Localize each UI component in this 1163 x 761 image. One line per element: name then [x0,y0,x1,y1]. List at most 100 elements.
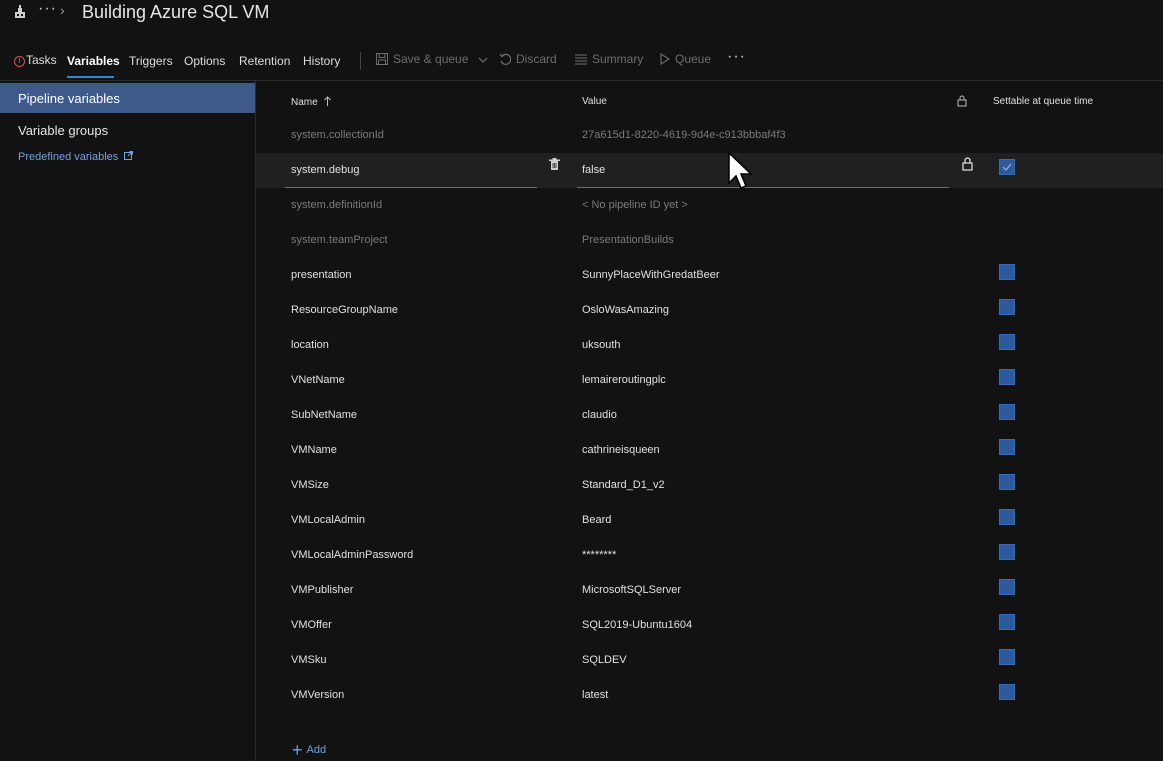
table-row[interactable]: system.definitionId < No pipeline ID yet… [256,188,1163,223]
variable-name: VNetName [291,374,345,386]
table-row[interactable]: ResourceGroupName OsloWasAmazing [256,293,1163,328]
table-row[interactable]: VMSku SQLDEV [256,643,1163,678]
variable-name-input[interactable]: system.debug [291,164,359,176]
settable-checkbox[interactable] [999,649,1015,665]
summary-button[interactable]: Summary [575,52,643,66]
variable-value: lemaireroutingplc [582,374,666,386]
variable-value: latest [582,689,609,701]
tab-history[interactable]: History [303,54,340,68]
table-row[interactable]: VMOffer SQL2019-Ubuntu1604 [256,608,1163,643]
settable-checkbox[interactable] [999,404,1015,420]
settable-checkbox[interactable] [999,579,1015,595]
predefined-variables-link[interactable]: Predefined variables [18,151,134,163]
tab-variables[interactable]: Variables [67,54,120,68]
sort-ascending-icon [324,96,332,106]
settable-checkbox[interactable] [999,474,1015,490]
settable-checkbox[interactable] [999,614,1015,630]
play-icon [660,53,671,65]
variable-name: system.teamProject [291,234,388,246]
table-row-selected[interactable]: system.debug false [256,153,1163,188]
settable-checkbox[interactable] [999,509,1015,525]
settable-checkbox[interactable] [999,334,1015,350]
breadcrumb-more-icon[interactable]: ··· [38,0,57,18]
variable-value: Beard [582,514,612,526]
variable-name: SubNetName [291,409,358,421]
variable-name: VMLocalAdmin [291,514,365,526]
variable-name: VMName [291,444,337,456]
list-icon [575,54,587,65]
sidebar-item-variable-groups[interactable]: Variable groups [0,115,255,145]
variable-name: VMVersion [291,689,345,701]
tab-options[interactable]: Options [184,54,225,68]
variable-value: claudio [582,409,617,421]
variable-value: cathrineisqueen [582,444,660,456]
table-row[interactable]: SubNetName claudio [256,398,1163,433]
save-icon [376,53,388,65]
variable-name: VMSku [291,654,327,666]
table-row[interactable]: VMName cathrineisqueen [256,433,1163,468]
variable-value: SunnyPlaceWithGredatBeer [582,269,720,281]
settable-checkbox[interactable] [999,684,1015,700]
variable-value: SQL2019-Ubuntu1604 [582,619,693,631]
variable-name: location [291,339,329,351]
table-row[interactable]: VMLocalAdmin Beard [256,503,1163,538]
table-row[interactable]: VNetName lemaireroutingplc [256,363,1163,398]
page-title: Building Azure SQL VM [82,2,270,22]
error-icon: ! [14,56,25,67]
table-row[interactable]: system.collectionId 27a615d1-8220-4619-9… [256,118,1163,153]
variable-name: system.definitionId [291,199,383,211]
variable-name: VMSize [291,479,329,491]
table-row[interactable]: VMVersion latest [256,678,1163,713]
settable-checkbox[interactable] [999,439,1015,455]
variable-value: ******** [582,549,617,561]
more-actions-icon[interactable]: ··· [727,48,746,66]
column-header-value: Value [582,96,607,107]
table-row[interactable]: VMLocalAdminPassword ******** [256,538,1163,573]
variable-value: Standard_D1_v2 [582,479,665,491]
chevron-down-icon [478,57,488,63]
variable-name: VMLocalAdminPassword [291,549,414,561]
tab-bar: ! Tasks Variables Triggers Options Retent… [0,44,1163,81]
tab-retention[interactable]: Retention [239,54,290,68]
variable-value: uksouth [582,339,621,351]
variable-name: system.collectionId [291,129,384,141]
variable-value: OsloWasAmazing [582,304,670,316]
checkmark-icon [1002,163,1012,171]
mouse-cursor-icon [728,152,752,189]
table-row[interactable]: VMPublisher MicrosoftSQLServer [256,573,1163,608]
column-header-name[interactable]: Name [291,96,332,108]
sidebar-item-pipeline-variables[interactable]: Pipeline variables [0,83,255,113]
settable-checkbox[interactable] [999,159,1015,175]
pipeline-icon [15,5,25,18]
settable-checkbox[interactable] [999,299,1015,315]
table-row[interactable]: system.teamProject PresentationBuilds [256,223,1163,258]
table-row[interactable]: VMSize Standard_D1_v2 [256,468,1163,503]
settable-checkbox[interactable] [999,369,1015,385]
table-row[interactable]: presentation SunnyPlaceWithGredatBeer [256,258,1163,293]
delete-icon[interactable] [549,158,560,171]
variable-value-input[interactable]: false [582,164,605,176]
variable-name: VMOffer [291,619,332,631]
add-variable-button[interactable]: + Add [292,740,326,761]
variable-value: SQLDEV [582,654,627,666]
variable-value: 27a615d1-8220-4619-9d4e-c913bbbaf4f3 [582,129,786,141]
save-queue-button[interactable]: Save & queue [376,52,488,66]
variable-value: MicrosoftSQLServer [582,584,682,596]
variable-value: < No pipeline ID yet > [582,199,688,211]
variable-name: ResourceGroupName [291,304,398,316]
plus-icon: + [292,740,303,760]
settable-checkbox[interactable] [999,264,1015,280]
external-link-icon [124,151,134,160]
chevron-right-icon: › [60,2,65,18]
lock-icon[interactable] [962,157,973,171]
tab-triggers[interactable]: Triggers [129,54,173,68]
active-tab-indicator [67,76,114,78]
table-row[interactable]: location uksouth [256,328,1163,363]
discard-button[interactable]: Discard [499,52,557,66]
settable-checkbox[interactable] [999,544,1015,560]
queue-button[interactable]: Queue [660,52,711,66]
undo-icon [499,53,512,65]
tab-tasks[interactable]: ! Tasks [14,53,57,67]
sidebar: Pipeline variables Variable groups Prede… [0,81,256,761]
variable-value: PresentationBuilds [582,234,674,246]
